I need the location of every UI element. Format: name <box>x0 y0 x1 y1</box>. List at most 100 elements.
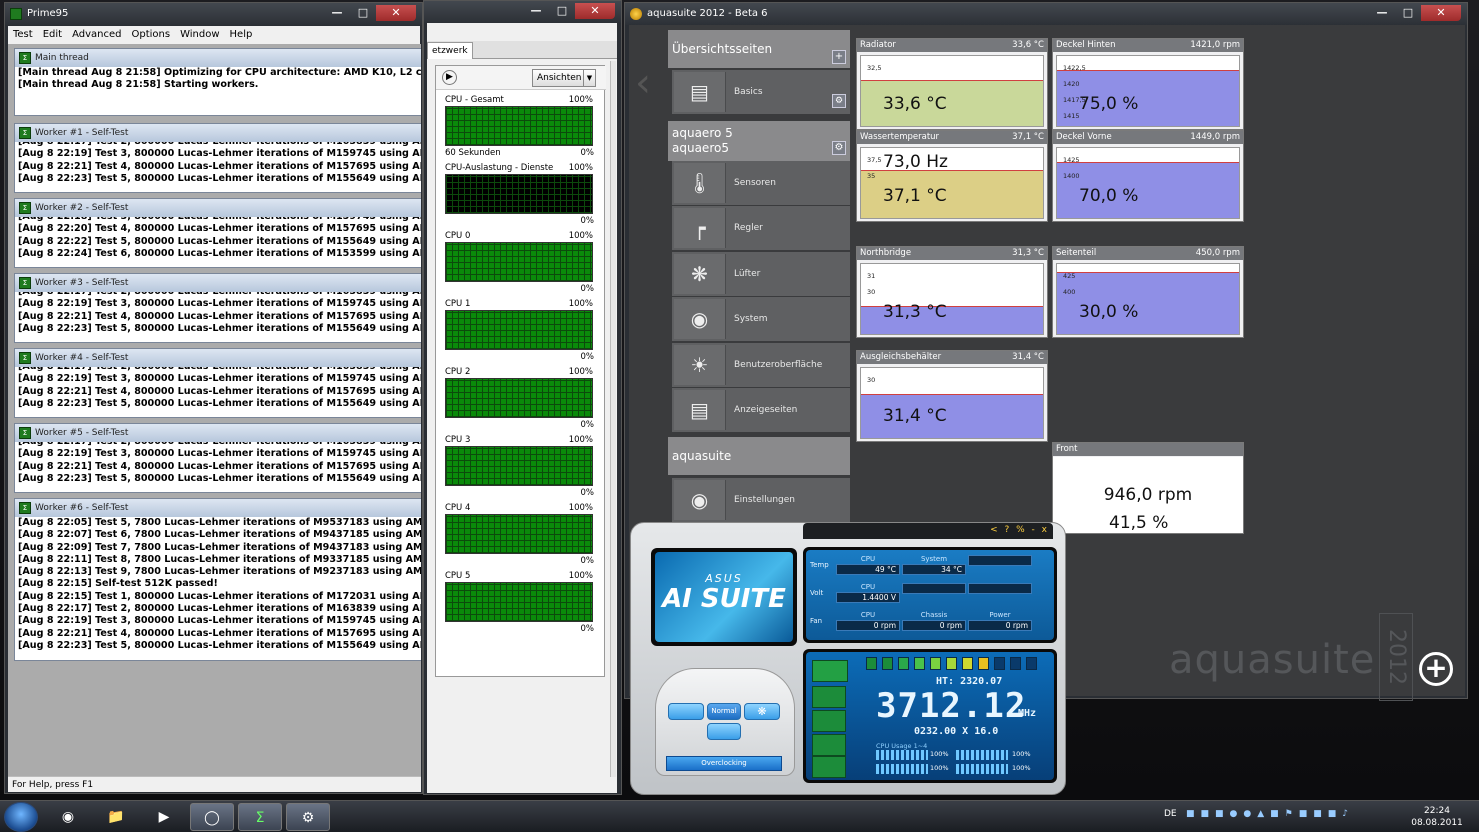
maximize-button[interactable]: □ <box>1395 5 1421 21</box>
log-line: [Aug 8 22:15] Self-test 512K passed! <box>18 578 218 590</box>
child-titlebar[interactable]: Σ Worker #6 - Self-Test <box>15 499 421 517</box>
maximize-button[interactable]: □ <box>549 3 575 19</box>
cell-value <box>968 555 1032 566</box>
pad-down-button[interactable] <box>707 723 741 740</box>
nav-item-basics[interactable]: ▤ Basics ⚙ <box>672 70 850 114</box>
nav-item-display-pages[interactable]: ▤ Anzeigeseiten <box>672 388 850 432</box>
nav-section-device[interactable]: aquaero 5 aquaero5 ⚙ <box>668 121 850 161</box>
worker-6-window[interactable]: Σ Worker #6 - Self-Test [Aug 8 22:05] Tes… <box>14 498 421 661</box>
ai-suite-window[interactable]: < ? % - x ASUS AI SUITE Normal ❋ Overclo… <box>630 522 1066 795</box>
close-button[interactable]: ✕ <box>575 3 615 19</box>
sensor-tile[interactable]: Deckel Vorne 1449,0 rpm 1425 1400 70,0 % <box>1052 130 1244 222</box>
menu-window[interactable]: Window <box>175 26 224 44</box>
views-dropdown[interactable]: Ansichten ▼ <box>532 69 596 87</box>
sensor-tile[interactable]: Seitenteil 450,0 rpm 425 400 30,0 % <box>1052 246 1244 338</box>
nav-item-settings[interactable]: ◉ Einstellungen <box>672 478 850 522</box>
minimize-button[interactable]: — <box>1369 5 1395 21</box>
maximize-button[interactable]: □ <box>350 5 376 21</box>
prime95-child-icon: Σ <box>19 202 31 214</box>
menu-options[interactable]: Options <box>126 26 175 44</box>
worker-5-window[interactable]: Σ Worker #5 - Self-Test [Aug 8 22:17] Tes… <box>14 423 421 493</box>
clock[interactable]: 22:24 08.08.2011 <box>1404 805 1470 829</box>
tray-icons[interactable]: ■■■●●▲■⚑■■■♪ <box>1186 809 1354 819</box>
normal-mode-button[interactable]: Normal <box>707 703 741 720</box>
gear-icon[interactable]: ⚙ <box>832 94 846 108</box>
child-titlebar[interactable]: Σ Worker #3 - Self-Test <box>15 274 421 292</box>
add-plus-icon[interactable]: + <box>1419 652 1453 686</box>
level-indicator <box>978 657 989 670</box>
add-page-icon[interactable]: + <box>832 50 846 64</box>
folder-icon[interactable]: 📁 <box>94 803 138 831</box>
overclocking-button[interactable]: Overclocking <box>666 756 782 771</box>
sensor-tile[interactable]: Ausgleichsbehälter 31,4 °C 30 31,4 °C <box>856 350 1048 442</box>
cell-label: System <box>920 555 948 563</box>
worker-3-window[interactable]: Σ Worker #3 - Self-Test [Aug 8 22:17] Tes… <box>14 273 421 343</box>
sensor-tile[interactable]: Wassertemperatur 37,1 °C 37,5 35 73,0 Hz 37,1… <box>856 130 1048 222</box>
tab-network[interactable]: etzwerk <box>427 42 473 59</box>
nav-section-overview[interactable]: Übersichtsseiten + <box>668 30 850 68</box>
sensor-tile[interactable]: Deckel Hinten 1421,0 rpm 1422,5 1420 1417,5 1… <box>1052 38 1244 130</box>
panel-header: ▶ Ansichten ▼ <box>436 66 606 90</box>
worker-4-window[interactable]: Σ Worker #4 - Self-Test [Aug 8 22:17] Tes… <box>14 348 421 418</box>
sensor-tile[interactable]: Northbridge 31,3 °C 31 30 31,3 °C <box>856 246 1048 338</box>
level-indicator <box>1026 657 1037 670</box>
close-button[interactable]: ✕ <box>1421 5 1461 21</box>
child-titlebar[interactable]: Σ Worker #1 - Self-Test <box>15 124 421 142</box>
ai-suite-topbar[interactable]: < ? % - x <box>803 523 1053 539</box>
log-line: [Aug 8 22:21] Test 4, 800000 Lucas-Lehme… <box>18 160 421 172</box>
ai-suite-taskbar-icon[interactable]: ⚙ <box>286 803 330 831</box>
nav-item-label: Benutzeroberfläche <box>734 360 823 370</box>
menu-advanced[interactable]: Advanced <box>67 26 126 44</box>
aquasuite-titlebar[interactable]: aquasuite 2012 - Beta 6 — □ ✕ <box>625 3 1467 25</box>
media-player-icon[interactable]: ▶ <box>142 803 186 831</box>
log-line: [Aug 8 22:19] Test 3, 800000 Lucas-Lehme… <box>18 615 421 627</box>
vertical-scrollbar[interactable] <box>610 61 616 777</box>
nav-item-ui[interactable]: ☀ Benutzeroberfläche <box>672 343 850 387</box>
nav-item-controllers[interactable]: ┍ Regler <box>672 206 850 250</box>
cell-value: 34 °C <box>902 564 966 575</box>
nav-section-aquasuite[interactable]: aquasuite <box>668 437 850 475</box>
close-button[interactable]: ✕ <box>376 5 416 21</box>
task-manager-titlebar[interactable]: — □ ✕ <box>424 1 621 23</box>
menu-edit[interactable]: Edit <box>38 26 67 44</box>
clock-time: 22:24 <box>1424 806 1450 816</box>
window-controls[interactable]: < ? % - x <box>990 525 1049 535</box>
menu-help[interactable]: Help <box>225 26 258 44</box>
start-button[interactable] <box>4 802 38 832</box>
child-titlebar[interactable]: Σ Worker #5 - Self-Test <box>15 424 421 442</box>
gear-icon[interactable]: ⚙ <box>832 141 846 155</box>
worker-1-window[interactable]: Σ Worker #1 - Self-Test [Aug 8 22:17] Tes… <box>14 123 421 193</box>
child-titlebar[interactable]: Σ Worker #4 - Self-Test <box>15 349 421 367</box>
nav-back-icon[interactable]: ‹ <box>635 43 661 123</box>
worker-2-window[interactable]: Σ Worker #2 - Self-Test [Aug 8 22:18] Tes… <box>14 198 421 268</box>
minimize-button[interactable]: — <box>523 3 549 19</box>
cpu-frequency: 3712.12 <box>876 686 1027 726</box>
prime95-window[interactable]: Prime95 — □ ✕ Test Edit Advanced Options… <box>4 2 423 794</box>
child-titlebar[interactable]: Σ Main thread <box>15 49 421 67</box>
tile-front[interactable]: Front 946,0 rpm 41,5 % <box>1052 442 1244 534</box>
monitor-row: Temp CPU 49 °C System 34 °C <box>806 553 1054 580</box>
cpu-performance-panel: ▶ Ansichten ▼ CPU - Gesamt 100% 0% 60 Sekund… <box>435 65 606 677</box>
menu-test[interactable]: Test <box>8 26 38 44</box>
cell-value: 0 rpm <box>968 620 1032 631</box>
minimize-button[interactable]: — <box>324 5 350 21</box>
nav-item-fans[interactable]: ❋ Lüfter <box>672 252 850 296</box>
firefox-icon[interactable]: ◉ <box>46 803 90 831</box>
aquasuite-taskbar-icon[interactable]: ◯ <box>190 803 234 831</box>
prime95-titlebar[interactable]: Prime95 — □ ✕ <box>5 3 422 25</box>
arrow-right-icon[interactable]: ▶ <box>442 70 457 85</box>
nav-item-sensors[interactable]: 🌡 Sensoren <box>672 161 850 205</box>
prime95-taskbar-icon[interactable]: Σ <box>238 803 282 831</box>
pad-left-button[interactable] <box>668 703 704 720</box>
task-manager-window[interactable]: — □ ✕ etzwerk ▶ Ansichten ▼ CPU - Gesamt 1… <box>423 0 622 795</box>
nav-item-system[interactable]: ◉ System <box>672 297 850 341</box>
cell-label: Power <box>989 611 1011 619</box>
cell-value <box>968 583 1032 594</box>
log-line: [Aug 8 22:24] Test 6, 800000 Lucas-Lehme… <box>18 247 421 259</box>
child-titlebar[interactable]: Σ Worker #2 - Self-Test <box>15 199 421 217</box>
usage-value: 100% <box>1012 764 1031 772</box>
fan-icon[interactable]: ❋ <box>744 703 780 720</box>
main-thread-window[interactable]: Σ Main thread [Main thread Aug 8 21:58] O… <box>14 48 421 116</box>
sensor-tile[interactable]: Radiator 33,6 °C 32,5 33,6 °C <box>856 38 1048 130</box>
language-indicator[interactable]: DE <box>1164 809 1177 819</box>
